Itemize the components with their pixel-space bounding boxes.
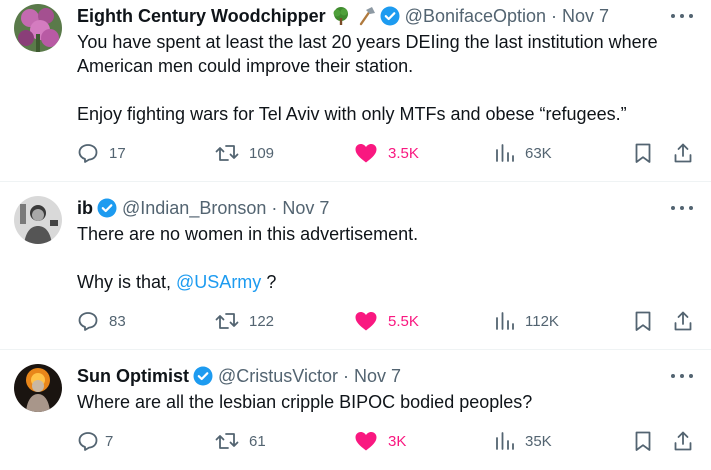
views-icon (496, 432, 514, 450)
tweet-feed: Eighth Century Woodchipper @BonifaceOpti… (0, 0, 711, 470)
bookmark-icon (635, 143, 651, 163)
tweet-header: Sun Optimist @CristusVictor · Nov 7 (77, 364, 651, 388)
reply-count: 17 (109, 144, 126, 162)
separator-dot: · (271, 197, 278, 218)
like-count: 3.5K (388, 144, 419, 162)
repost-button[interactable]: 61 (215, 429, 266, 453)
reply-icon (78, 144, 98, 163)
tweet-paragraph: You have spent at least the last 20 year… (77, 32, 658, 76)
like-button[interactable]: 5.5K (354, 309, 419, 333)
tree-icon (331, 6, 351, 26)
separator-dot: · (551, 5, 558, 26)
tweet[interactable]: Eighth Century Woodchipper @BonifaceOpti… (0, 0, 711, 182)
tweet-actions: 7 61 3K 35K (77, 429, 693, 453)
tweet-paragraph: Where are all the lesbian cripple BIPOC … (77, 392, 533, 412)
mention-link[interactable]: @USArmy (176, 272, 261, 292)
bookmark-button[interactable] (633, 141, 653, 165)
share-icon (674, 431, 692, 451)
verified-badge-icon[interactable] (97, 198, 117, 218)
views-icon (496, 312, 514, 330)
share-button[interactable] (673, 309, 693, 333)
author-name[interactable]: Sun Optimist (77, 366, 189, 387)
tweet-date[interactable]: Nov 7 (562, 6, 609, 27)
avatar[interactable] (14, 196, 62, 244)
views-icon (496, 144, 514, 162)
tweet-header: Eighth Century Woodchipper @BonifaceOpti… (77, 4, 651, 28)
author-handle[interactable]: @BonifaceOption (405, 6, 546, 27)
heart-icon (355, 432, 377, 451)
repost-button[interactable]: 122 (215, 309, 274, 333)
heart-icon (355, 144, 377, 163)
bookmark-icon (635, 311, 651, 331)
tweet-actions: 17 109 3.5K 63K (77, 141, 693, 165)
reply-button[interactable]: 83 (77, 309, 126, 333)
tweet-text: You have spent at least the last 20 year… (77, 30, 691, 126)
tweet-text: Where are all the lesbian cripple BIPOC … (77, 390, 691, 414)
more-options-button[interactable] (671, 366, 693, 386)
tweet-text: There are no women in this advertisement… (77, 222, 691, 294)
views-count: 112K (525, 312, 559, 330)
tweet-date[interactable]: Nov 7 (354, 366, 401, 387)
reply-icon (78, 312, 98, 331)
repost-icon (215, 433, 239, 449)
axe-icon (356, 6, 376, 26)
views-count: 63K (525, 144, 552, 162)
repost-count: 61 (249, 432, 266, 450)
tweet[interactable]: Sun Optimist @CristusVictor · Nov 7 Wher… (0, 350, 711, 470)
share-icon (674, 311, 692, 331)
repost-count: 122 (249, 312, 275, 330)
bookmark-button[interactable] (633, 429, 653, 453)
tweet[interactable]: ib @Indian_Bronson · Nov 7 There are no … (0, 182, 711, 350)
repost-icon (215, 145, 239, 161)
avatar[interactable] (14, 364, 62, 412)
share-button[interactable] (673, 141, 693, 165)
tweet-paragraph: Why is that, @USArmy ? (77, 270, 691, 294)
bookmark-icon (635, 431, 651, 451)
text-segment: ? (261, 272, 277, 292)
heart-icon (355, 312, 377, 331)
more-options-button[interactable] (671, 6, 693, 26)
repost-button[interactable]: 109 (215, 141, 274, 165)
tweet-actions: 83 122 5.5K 112K (77, 309, 693, 333)
share-icon (674, 143, 692, 163)
author-handle[interactable]: @CristusVictor (218, 366, 338, 387)
repost-count: 109 (249, 144, 275, 162)
like-count: 3K (388, 432, 407, 450)
verified-badge-icon[interactable] (380, 6, 400, 26)
repost-icon (215, 313, 239, 329)
views-button[interactable]: 35K (495, 429, 552, 453)
separator-dot: · (342, 365, 349, 386)
tweet-date[interactable]: Nov 7 (282, 198, 329, 219)
bookmark-button[interactable] (633, 309, 653, 333)
verified-badge-icon[interactable] (193, 366, 213, 386)
reply-icon (78, 432, 98, 451)
author-name[interactable]: Eighth Century Woodchipper (77, 6, 326, 27)
reply-button[interactable]: 7 (77, 429, 113, 453)
author-name[interactable]: ib (77, 198, 93, 219)
tweet-paragraph: There are no women in this advertisement… (77, 224, 419, 244)
tweet-paragraph: Enjoy fighting wars for Tel Aviv with on… (77, 104, 627, 124)
share-button[interactable] (673, 429, 693, 453)
views-button[interactable]: 63K (495, 141, 552, 165)
like-count: 5.5K (388, 312, 419, 330)
views-count: 35K (525, 432, 552, 450)
like-button[interactable]: 3.5K (354, 141, 419, 165)
like-button[interactable]: 3K (354, 429, 406, 453)
text-segment: Why is that, (77, 272, 177, 292)
reply-count: 7 (105, 432, 114, 450)
views-button[interactable]: 112K (495, 309, 559, 333)
author-handle[interactable]: @Indian_Bronson (122, 198, 266, 219)
avatar[interactable] (14, 4, 62, 52)
more-options-button[interactable] (671, 198, 693, 218)
reply-count: 83 (109, 312, 126, 330)
tweet-header: ib @Indian_Bronson · Nov 7 (77, 196, 651, 220)
reply-button[interactable]: 17 (77, 141, 126, 165)
